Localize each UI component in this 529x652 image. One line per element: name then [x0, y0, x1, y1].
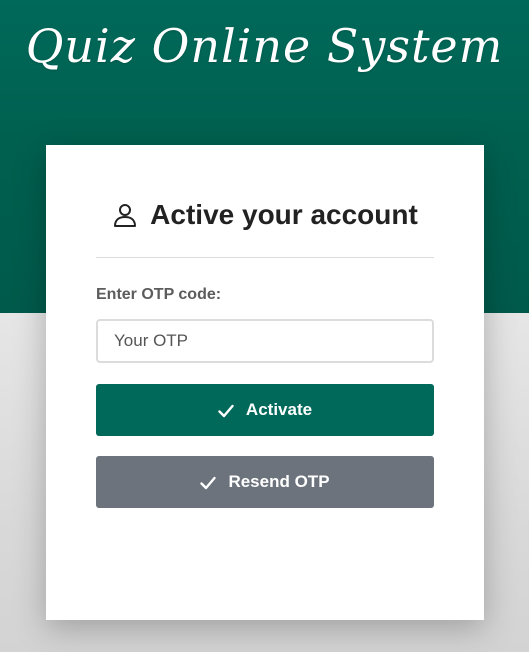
check-icon	[218, 403, 234, 418]
activate-button[interactable]: Activate	[96, 384, 434, 436]
card-header: Active your account	[96, 195, 434, 235]
otp-input[interactable]	[96, 319, 434, 363]
activate-label: Activate	[245, 400, 313, 419]
activation-card: Active your account Enter OTP code: Acti…	[46, 145, 484, 620]
user-icon	[112, 202, 138, 228]
check-icon	[200, 475, 217, 490]
resend-otp-button[interactable]: Resend OTP	[96, 456, 434, 508]
resend-otp-label: Resend OTP	[228, 472, 330, 491]
otp-label: Enter OTP code:	[96, 286, 222, 303]
card-title: Active your account	[150, 199, 418, 230]
app-title: Quiz Online System	[25, 19, 504, 73]
divider	[96, 257, 434, 258]
